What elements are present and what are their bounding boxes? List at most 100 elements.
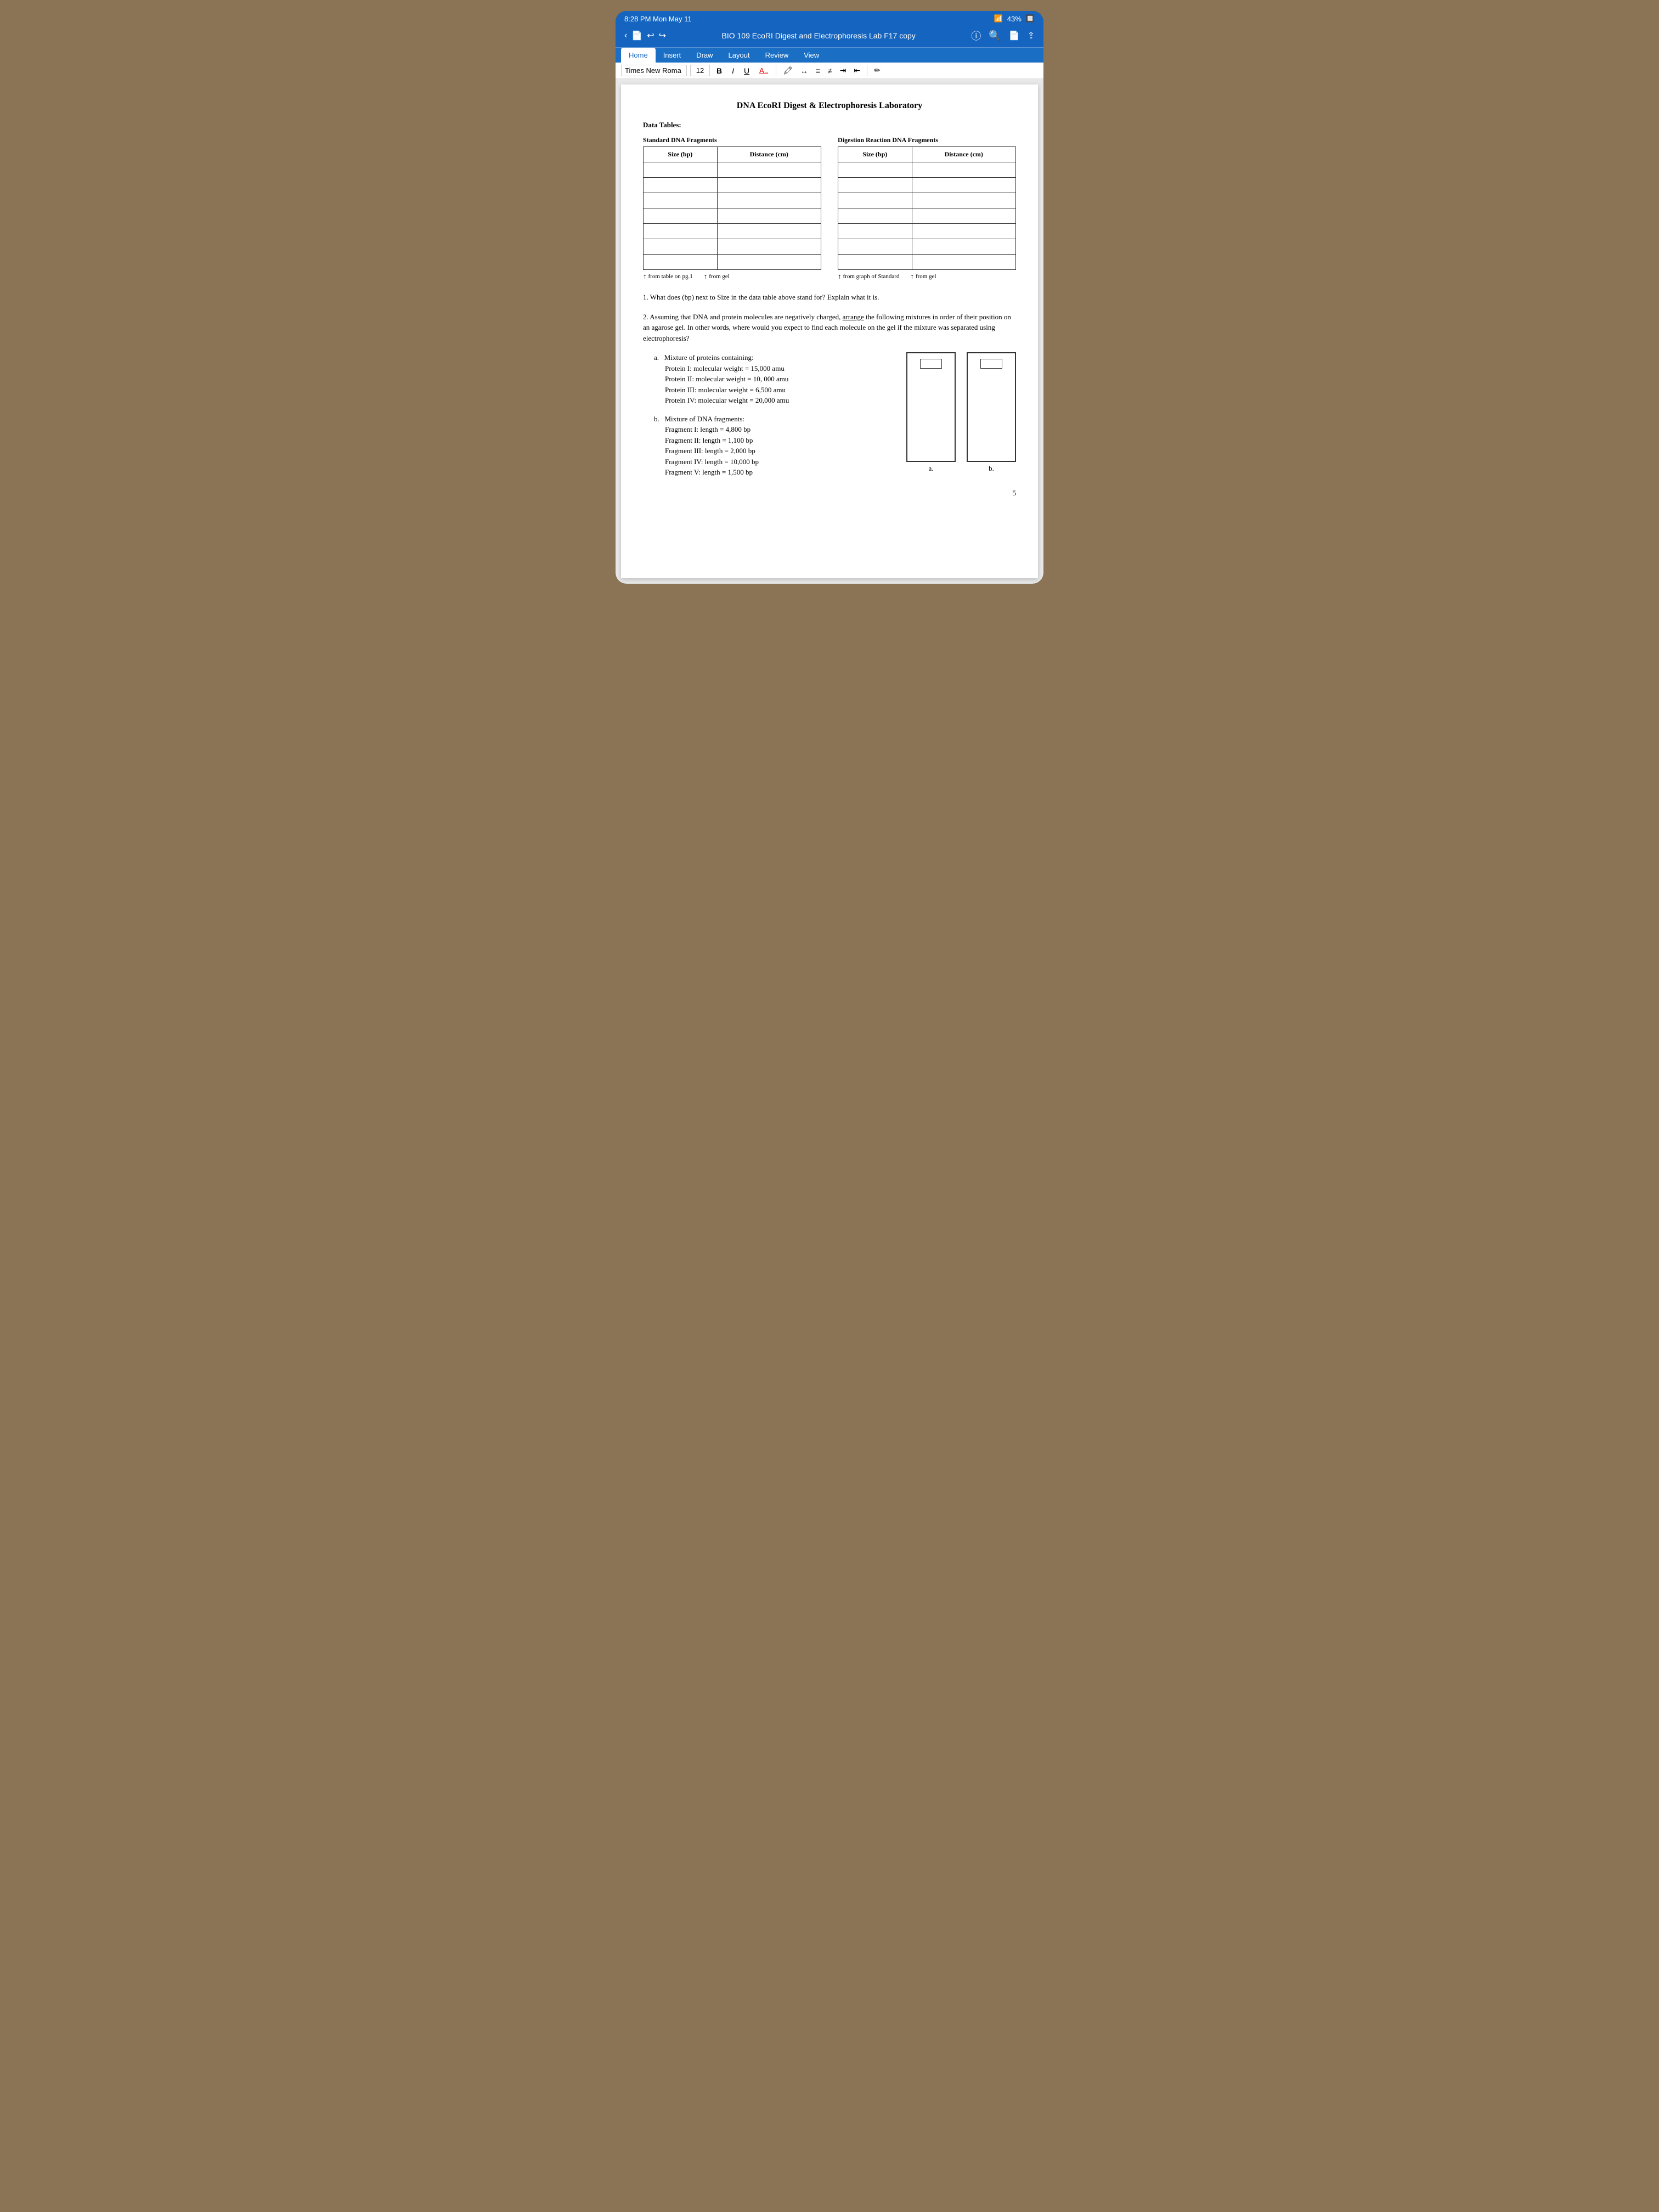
gel-lane-b bbox=[980, 359, 1002, 369]
table-row bbox=[838, 239, 1016, 255]
tables-row: Standard DNA Fragments Size (bp) Distanc… bbox=[643, 136, 1016, 281]
tab-view[interactable]: View bbox=[796, 48, 827, 63]
list-item: Fragment III: length = 2,000 bp bbox=[665, 445, 895, 456]
q2b-label: b. bbox=[654, 415, 663, 423]
digestion-col-distance: Distance (cm) bbox=[912, 147, 1015, 162]
standard-note-2: ↑ from gel bbox=[704, 272, 730, 281]
back-button[interactable]: ‹ bbox=[624, 31, 627, 41]
device-frame: 8:28 PM Mon May 11 📶 43% 🔲 ‹ 📄 ↩ ↪ BIO 1… bbox=[616, 11, 1043, 584]
q2b-items: Fragment I: length = 4,800 bp Fragment I… bbox=[665, 424, 895, 478]
questions-section: 1. What does (bp) next to Size in the da… bbox=[643, 292, 1016, 498]
table-row bbox=[838, 208, 1016, 224]
question-1: 1. What does (bp) next to Size in the da… bbox=[643, 292, 1016, 303]
list-item: Protein III: molecular weight = 6,500 am… bbox=[665, 385, 895, 396]
list-item: Fragment II: length = 1,100 bp bbox=[665, 435, 895, 446]
font-color-button[interactable]: A.. bbox=[756, 65, 771, 76]
tab-home[interactable]: Home bbox=[621, 48, 656, 63]
gel-diagram-b: b. bbox=[967, 352, 1016, 473]
status-right: 📶 43% 🔲 bbox=[994, 14, 1035, 23]
standard-table: Size (bp) Distance (cm) bbox=[643, 146, 821, 270]
gel-diagram-a: a. bbox=[906, 352, 956, 473]
help-icon[interactable]: ⓘ bbox=[971, 29, 981, 43]
standard-table-container: Standard DNA Fragments Size (bp) Distanc… bbox=[643, 136, 821, 281]
tab-review[interactable]: Review bbox=[758, 48, 797, 63]
font-size-display[interactable]: 12 bbox=[690, 65, 710, 76]
battery-icon: 🔲 bbox=[1026, 14, 1035, 23]
table-row bbox=[644, 193, 821, 208]
list-item: Protein I: molecular weight = 15,000 amu bbox=[665, 363, 895, 374]
align-left-icon[interactable]: ↔ bbox=[798, 65, 810, 76]
q2b-header: b. Mixture of DNA fragments: bbox=[654, 414, 895, 425]
share-icon[interactable]: ⇪ bbox=[1028, 30, 1035, 41]
table-row bbox=[838, 178, 1016, 193]
undo-button[interactable]: ↩ bbox=[647, 30, 654, 41]
list-item: Protein II: molecular weight = 10, 000 a… bbox=[665, 374, 895, 385]
indent-icon[interactable]: ⇥ bbox=[838, 65, 849, 76]
q2a-label: a. bbox=[654, 353, 663, 362]
list-item: Fragment IV: length = 10,000 bp bbox=[665, 456, 895, 467]
table-row bbox=[838, 193, 1016, 208]
digestion-table-notes: ↑ from graph of Standard ↑ from gel bbox=[838, 272, 1016, 281]
tab-insert[interactable]: Insert bbox=[656, 48, 689, 63]
highlight-icon[interactable]: 🖍 bbox=[781, 65, 795, 76]
align-right-icon[interactable]: ≠ bbox=[826, 65, 834, 76]
tab-layout[interactable]: Layout bbox=[721, 48, 758, 63]
q2b-text: Mixture of DNA fragments: bbox=[665, 415, 745, 423]
table-row bbox=[644, 208, 821, 224]
table-row bbox=[838, 224, 1016, 239]
table-row bbox=[644, 224, 821, 239]
digestion-table-title: Digestion Reaction DNA Fragments bbox=[838, 136, 1016, 144]
document-title: BIO 109 EcoRI Digest and Electrophoresis… bbox=[666, 31, 971, 40]
bookmark-icon[interactable]: 📄 bbox=[1009, 30, 1020, 41]
digestion-note-1: ↑ from graph of Standard bbox=[838, 272, 899, 281]
q2a-items: Protein I: molecular weight = 15,000 amu… bbox=[665, 363, 895, 406]
sub-question-b: b. Mixture of DNA fragments: Fragment I:… bbox=[654, 414, 895, 478]
sub-questions-text: a. Mixture of proteins containing: Prote… bbox=[643, 352, 895, 483]
gel-label-a: a. bbox=[928, 464, 933, 473]
status-bar: 8:28 PM Mon May 11 📶 43% 🔲 bbox=[616, 11, 1043, 26]
table-row bbox=[644, 255, 821, 270]
tab-draw[interactable]: Draw bbox=[689, 48, 720, 63]
underline-button[interactable]: U bbox=[741, 65, 753, 76]
outdent-icon[interactable]: ⇤ bbox=[851, 65, 862, 76]
table-row bbox=[644, 162, 821, 178]
arrow-up-icon-3: ↑ bbox=[838, 272, 842, 281]
title-bar: ‹ 📄 ↩ ↪ BIO 109 EcoRI Digest and Electro… bbox=[616, 26, 1043, 47]
align-center-icon[interactable]: ≡ bbox=[814, 65, 822, 76]
ribbon: Home Insert Draw Layout Review View bbox=[616, 47, 1043, 63]
standard-note-1-text: from table on pg.1 bbox=[648, 273, 693, 280]
bold-button[interactable]: B bbox=[713, 65, 725, 76]
standard-col-size: Size (bp) bbox=[644, 147, 718, 162]
list-item: Fragment I: length = 4,800 bp bbox=[665, 424, 895, 435]
title-bar-icons: ⓘ 🔍 📄 ⇪ bbox=[971, 29, 1035, 43]
italic-button[interactable]: I bbox=[729, 65, 737, 76]
data-tables-label: Data Tables: bbox=[643, 121, 1016, 129]
gel-label-b: b. bbox=[989, 464, 994, 473]
clear-format-icon[interactable]: ✏ bbox=[872, 65, 883, 76]
digestion-table-container: Digestion Reaction DNA Fragments Size (b… bbox=[838, 136, 1016, 281]
nav-buttons: ‹ 📄 ↩ ↪ bbox=[624, 30, 666, 41]
sub-question-a: a. Mixture of proteins containing: Prote… bbox=[654, 352, 895, 406]
time-display: 8:28 PM Mon May 11 bbox=[624, 15, 692, 23]
standard-table-title: Standard DNA Fragments bbox=[643, 136, 821, 144]
document-area: DNA EcoRI Digest & Electrophoresis Labor… bbox=[616, 79, 1043, 584]
q2a-text: Mixture of proteins containing: bbox=[664, 353, 754, 362]
wifi-icon: 📶 bbox=[994, 14, 1003, 23]
table-row bbox=[644, 239, 821, 255]
arrow-up-icon-2: ↑ bbox=[704, 272, 708, 281]
question-2: 2. Assuming that DNA and protein molecul… bbox=[643, 312, 1016, 344]
ribbon-tabs: Home Insert Draw Layout Review View bbox=[616, 48, 1043, 63]
q2-prefix: 2. Assuming that DNA and protein molecul… bbox=[643, 313, 840, 321]
redo-button[interactable]: ↪ bbox=[659, 30, 666, 41]
font-name-display[interactable]: Times New Roma bbox=[621, 65, 687, 76]
doc-button[interactable]: 📄 bbox=[631, 30, 642, 41]
gel-box-b bbox=[967, 352, 1016, 462]
arrow-up-icon-1: ↑ bbox=[643, 272, 647, 281]
gel-diagrams: a. b. bbox=[906, 352, 1016, 473]
arrow-up-icon-4: ↑ bbox=[910, 272, 914, 281]
status-left: 8:28 PM Mon May 11 bbox=[624, 15, 692, 23]
digestion-note-1-text: from graph of Standard bbox=[843, 273, 900, 280]
search-icon[interactable]: 🔍 bbox=[989, 30, 1001, 42]
list-item: Protein IV: molecular weight = 20,000 am… bbox=[665, 395, 895, 406]
table-row bbox=[838, 162, 1016, 178]
